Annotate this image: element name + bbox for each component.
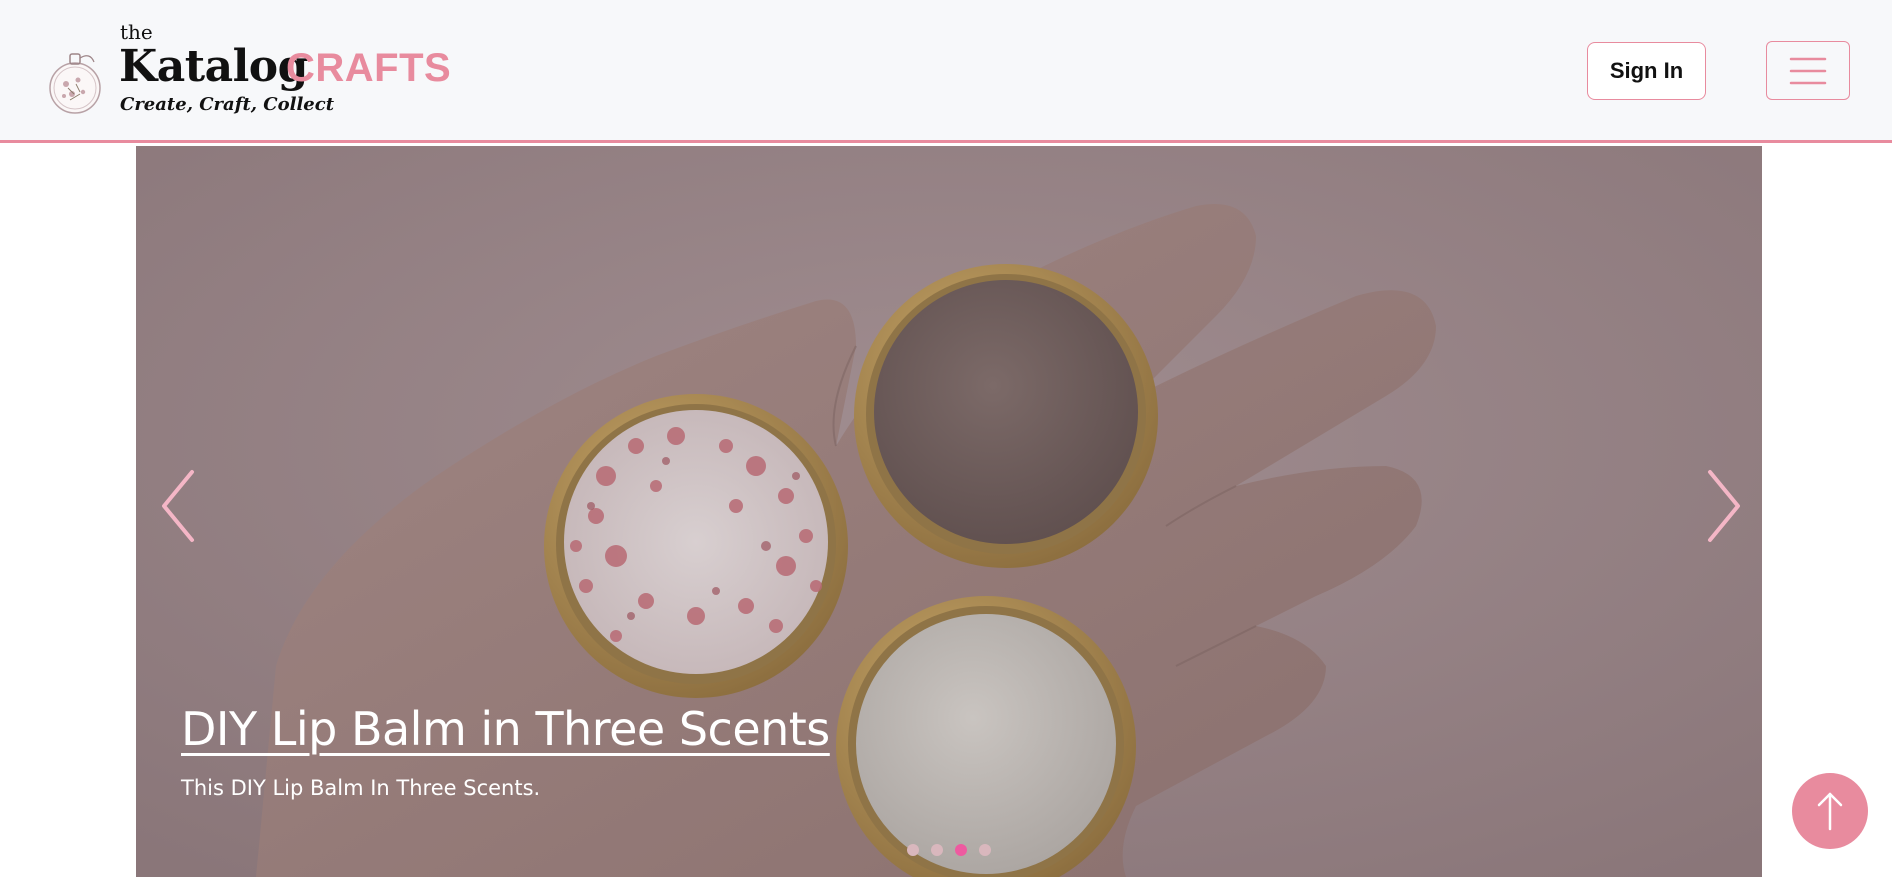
menu-button[interactable] [1766, 41, 1850, 100]
embroidery-hoop-logo-icon [49, 53, 101, 114]
sign-in-button[interactable]: Sign In [1587, 42, 1706, 100]
scroll-to-top-button[interactable] [1792, 773, 1868, 849]
chevron-right-icon[interactable] [1696, 466, 1746, 546]
slide-caption: DIY Lip Balm in Three Scents This DIY Li… [181, 702, 830, 800]
arrow-up-icon [1817, 792, 1843, 831]
logo-tagline: Create, Craft, Collect [120, 94, 335, 115]
carousel-dot-4[interactable] [979, 844, 991, 856]
logo-name: Katalog [119, 41, 308, 92]
chevron-left-icon[interactable] [156, 466, 206, 546]
slide-description: This DIY Lip Balm In Three Scents. [181, 776, 541, 800]
hero-carousel: DIY Lip Balm in Three Scents This DIY Li… [136, 146, 1762, 877]
site-header: the Katalog CRAFTS Create, Craft, Collec… [0, 0, 1892, 143]
hamburger-menu-icon [1789, 57, 1827, 84]
carousel-dot-3[interactable] [955, 844, 967, 856]
carousel-dot-2[interactable] [931, 844, 943, 856]
carousel-dot-1[interactable] [907, 844, 919, 856]
slide-title-link[interactable]: DIY Lip Balm in Three Scents [181, 702, 830, 756]
logo-accent: CRAFTS [286, 46, 452, 90]
carousel-indicators [907, 844, 991, 858]
